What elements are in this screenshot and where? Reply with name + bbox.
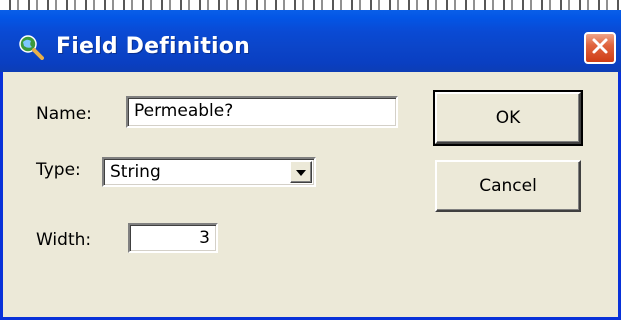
name-field[interactable]: Permeable? [126,96,398,128]
title-bar[interactable]: Field Definition [0,10,621,72]
name-field-value: Permeable? [134,101,234,121]
magnifier-globe-icon [18,34,44,60]
ok-button[interactable]: OK [433,90,583,146]
name-label: Name: [36,104,92,124]
ok-button-label: OK [495,108,521,128]
type-label: Type: [36,160,81,180]
close-x-icon [591,37,609,59]
cancel-button-label: Cancel [479,176,537,196]
dropdown-arrow-button[interactable] [290,161,312,183]
cancel-button[interactable]: Cancel [435,160,581,212]
background-strip [0,0,621,10]
window-title: Field Definition [56,34,250,59]
type-dropdown[interactable]: String [102,157,316,187]
width-field-value: 3 [199,228,210,248]
width-label: Width: [36,230,92,250]
width-field[interactable]: 3 [128,223,218,253]
type-dropdown-value: String [110,162,161,182]
chevron-down-icon [295,159,307,185]
close-button[interactable] [584,32,616,64]
